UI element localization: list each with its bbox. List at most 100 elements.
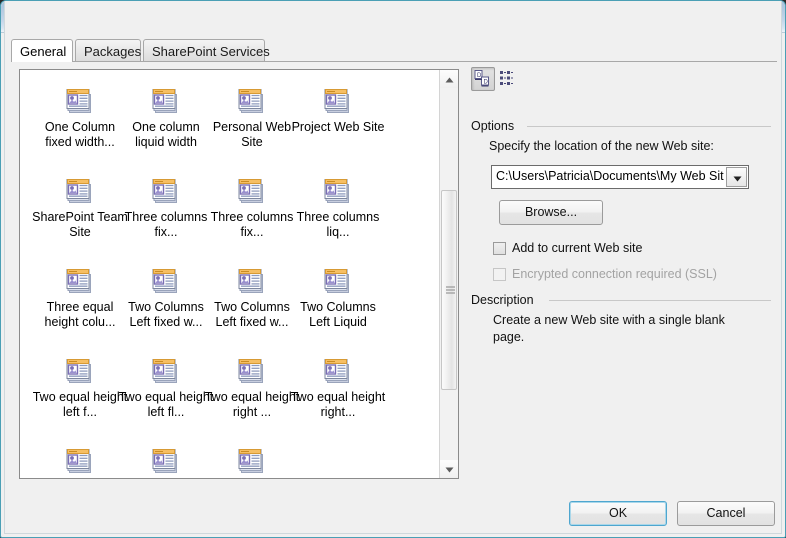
- large-icons-icon: D D: [474, 70, 489, 87]
- template-item[interactable]: Three columns fix...: [204, 174, 300, 240]
- scroll-down-button[interactable]: [440, 460, 458, 478]
- template-item[interactable]: Two right: [32, 444, 128, 478]
- tab-sharepoint-services[interactable]: SharePoint Services: [143, 39, 270, 61]
- template-label: Two Columns Left fixed w...: [128, 300, 204, 329]
- template-label: Two equal height right ...: [204, 390, 300, 419]
- tab-packages[interactable]: Packages: [75, 39, 141, 61]
- web-template-icon: [238, 179, 263, 203]
- web-template-icon: [66, 89, 91, 113]
- tab-underline: [11, 61, 777, 62]
- web-template-icon: [66, 449, 91, 473]
- tab-label: General: [20, 44, 67, 59]
- description-group-label: Description: [471, 293, 534, 307]
- add-to-current-site-label: Add to current Web site: [512, 241, 643, 255]
- web-template-icon: [324, 179, 349, 203]
- scroll-up-arrow-icon: [445, 77, 454, 83]
- web-template-icon: [152, 269, 177, 293]
- template-label: Two equal height left f...: [32, 390, 128, 419]
- template-label: Project Web Site: [291, 120, 385, 134]
- template-item[interactable]: Two equal height left fl...: [118, 354, 214, 420]
- template-icon: [150, 84, 182, 116]
- template-icon: [236, 354, 268, 386]
- template-icon: [322, 84, 354, 116]
- web-template-icon: [152, 89, 177, 113]
- template-item[interactable]: Two Columns Left fixed w...: [204, 264, 300, 330]
- template-item[interactable]: Personal Web Site: [204, 84, 300, 150]
- template-item[interactable]: One Column fixed width...: [32, 84, 128, 150]
- template-icon: [150, 174, 182, 206]
- template-label: Two equal height right...: [290, 390, 386, 419]
- browse-button[interactable]: Browse...: [499, 200, 603, 225]
- template-item[interactable]: Two Right: [118, 444, 214, 478]
- template-label: Three columns liq...: [296, 210, 380, 239]
- ok-button[interactable]: OK: [569, 501, 667, 526]
- scrollbar-grip-icon: [446, 286, 455, 294]
- template-label: Three equal height colu...: [44, 300, 116, 329]
- template-icon: [322, 174, 354, 206]
- description-group-rule: [549, 300, 771, 301]
- ssl-required-label: Encrypted connection required (SSL): [512, 267, 717, 281]
- template-label: Three columns fix...: [210, 210, 294, 239]
- template-icon: [64, 84, 96, 116]
- scroll-up-button[interactable]: [440, 70, 458, 88]
- template-item[interactable]: Three columns liq...: [290, 174, 386, 240]
- template-item[interactable]: Two equal height left f...: [32, 354, 128, 420]
- location-combobox[interactable]: C:\Users\Patricia\Documents\My Web Sit: [491, 165, 749, 189]
- template-icon: [236, 174, 268, 206]
- template-list-panel[interactable]: One Column fixed width... One column liqu…: [19, 69, 459, 479]
- template-icon: [64, 264, 96, 296]
- checkbox-box: [493, 242, 506, 255]
- template-label: SharePoint Team Site: [32, 210, 128, 239]
- template-icon: [150, 264, 182, 296]
- template-item[interactable]: Three equal height colu...: [32, 264, 128, 330]
- template-icon: [236, 264, 268, 296]
- web-template-icon: [238, 359, 263, 383]
- template-list-scrollbar[interactable]: [439, 70, 458, 478]
- svg-text:D: D: [484, 80, 489, 86]
- template-icon: [64, 444, 96, 476]
- scroll-down-arrow-icon: [445, 467, 454, 473]
- template-icon: [150, 444, 182, 476]
- tab-label: Packages: [84, 44, 142, 59]
- template-item[interactable]: Two equal height right ...: [204, 354, 300, 420]
- location-input[interactable]: C:\Users\Patricia\Documents\My Web Sit: [496, 169, 724, 183]
- template-item[interactable]: Project Web Site: [290, 84, 386, 135]
- options-group-rule: [527, 126, 771, 127]
- checkbox-box: [493, 268, 506, 281]
- web-template-icon: [152, 179, 177, 203]
- cancel-button[interactable]: Cancel: [677, 501, 775, 526]
- template-item[interactable]: SharePoint Team Site: [32, 174, 128, 240]
- template-icon: [150, 354, 182, 386]
- tab-bar: General Packages SharePoint Services: [11, 39, 777, 62]
- options-group-label: Options: [471, 119, 515, 133]
- description-text: Create a new Web site with a single blan…: [493, 313, 725, 344]
- template-icon: [236, 84, 268, 116]
- template-label: Two Columns Left fixed w...: [214, 300, 290, 329]
- web-template-icon: [152, 359, 177, 383]
- template-icon: [322, 354, 354, 386]
- list-view-button[interactable]: [497, 67, 521, 91]
- template-icon: [64, 174, 96, 206]
- web-template-icon: [238, 449, 263, 473]
- web-template-icon: [324, 359, 349, 383]
- template-label: Three columns fix...: [124, 210, 208, 239]
- template-label: Two Columns Left Liquid: [300, 300, 376, 329]
- template-icon: [236, 444, 268, 476]
- tab-general[interactable]: General: [11, 39, 73, 62]
- list-view-icon: [500, 71, 513, 85]
- template-item[interactable]: One column liquid width: [118, 84, 214, 150]
- scrollbar-thumb[interactable]: [441, 190, 457, 390]
- template-item[interactable]: Two Columns Left Liquid: [290, 264, 386, 330]
- location-dropdown-button[interactable]: [726, 167, 747, 187]
- template-icon: [322, 264, 354, 296]
- web-template-icon: [324, 269, 349, 293]
- template-item[interactable]: Two equal height right...: [290, 354, 386, 420]
- dialog-window: Web Site Templates GeneralPackagesShareP…: [0, 0, 786, 538]
- template-item[interactable]: Two right: [204, 444, 300, 478]
- web-template-icon: [66, 179, 91, 203]
- large-icons-view-button[interactable]: D D: [471, 67, 495, 91]
- template-label: One column liquid width: [132, 120, 200, 149]
- template-label: Personal Web Site: [212, 120, 292, 149]
- template-item[interactable]: Three columns fix...: [118, 174, 214, 240]
- template-item[interactable]: Two Columns Left fixed w...: [118, 264, 214, 330]
